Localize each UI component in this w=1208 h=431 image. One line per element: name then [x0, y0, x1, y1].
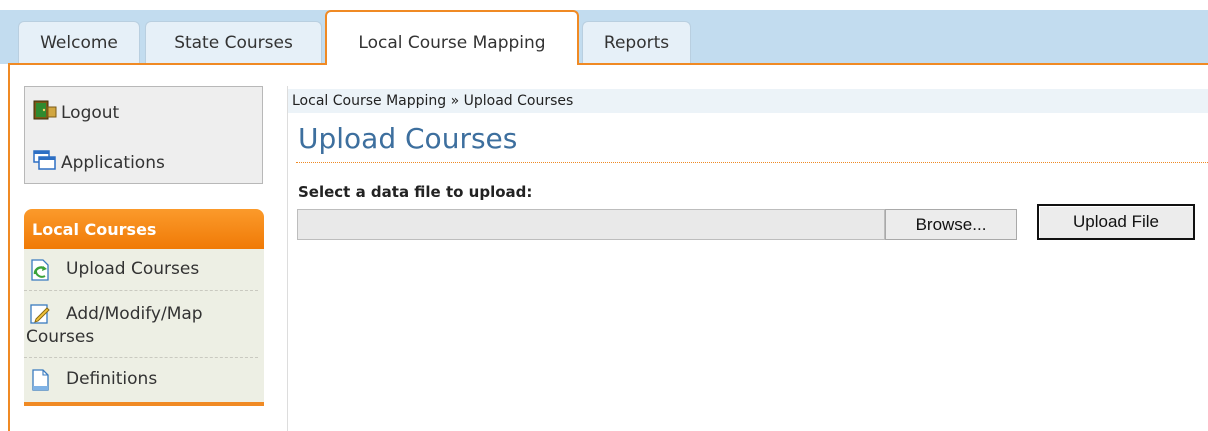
tab-label: Welcome [40, 33, 118, 53]
breadcrumb: Local Course Mapping » Upload Courses [288, 89, 1208, 113]
logout-link[interactable]: Logout [33, 99, 119, 126]
sidebar-item-label: Definitions [66, 369, 158, 389]
tab-reports[interactable]: Reports [582, 21, 691, 64]
panel-header: Local Courses [24, 209, 264, 249]
applications-label: Applications [61, 152, 165, 173]
panel-body: Upload Courses Add/Modify/Map Courses De… [24, 249, 264, 402]
applications-link[interactable]: Applications [33, 149, 165, 176]
sidebar-item-definitions[interactable]: Definitions [24, 359, 258, 402]
tab-label: State Courses [174, 33, 293, 53]
applications-windows-icon [33, 149, 57, 176]
title-divider [296, 162, 1208, 163]
top-navigation: Welcome State Courses Local Course Mappi… [0, 0, 1208, 65]
local-courses-panel: Local Courses Upload Courses Add/Modify/… [24, 209, 264, 406]
column-divider [287, 86, 288, 431]
tab-local-course-mapping[interactable]: Local Course Mapping [325, 10, 579, 65]
tab-label: Reports [603, 33, 670, 53]
panel-header-label: Local Courses [32, 219, 157, 239]
tab-state-courses[interactable]: State Courses [145, 21, 322, 64]
tab-welcome[interactable]: Welcome [18, 21, 140, 64]
sidebar-item-add-modify-map-courses[interactable]: Add/Modify/Map Courses [24, 292, 258, 358]
quick-links-box: Logout Applications [24, 86, 263, 184]
file-path-input[interactable] [297, 209, 885, 240]
page-title: Upload Courses [298, 122, 518, 155]
tab-label: Local Course Mapping [358, 32, 546, 53]
logout-label: Logout [61, 102, 120, 123]
breadcrumb-text: Local Course Mapping » Upload Courses [292, 93, 574, 109]
upload-file-button[interactable]: Upload File [1037, 204, 1195, 240]
browse-button[interactable]: Browse... [885, 209, 1017, 240]
upload-courses-icon [29, 259, 51, 286]
content-left-border [8, 63, 10, 431]
sidebar-item-label: Upload Courses [66, 259, 200, 279]
sidebar-item-label: Add/Modify/Map Courses [26, 304, 203, 347]
document-icon [29, 369, 51, 396]
file-upload-label: Select a data file to upload: [298, 183, 533, 201]
tab-underline [8, 63, 1208, 65]
logout-door-icon [33, 99, 57, 126]
panel-bottom-border [24, 402, 264, 406]
sidebar-item-upload-courses[interactable]: Upload Courses [24, 249, 258, 291]
